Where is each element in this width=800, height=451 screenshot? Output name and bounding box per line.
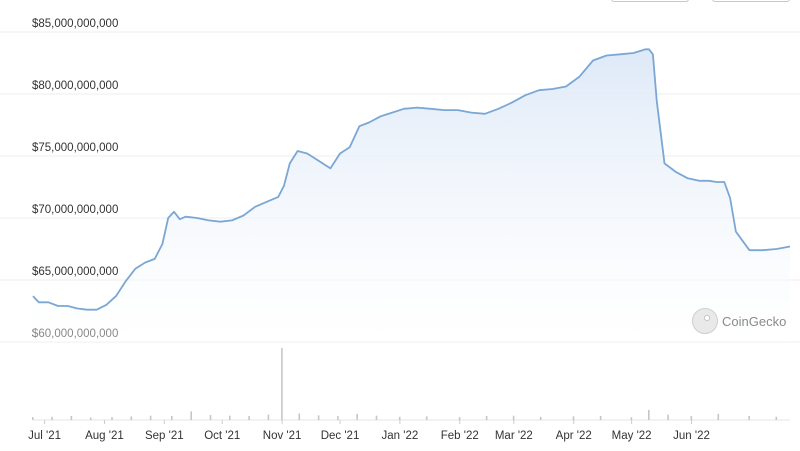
volume-bar xyxy=(599,416,602,420)
x-tick-label: Jan '22 xyxy=(382,430,419,442)
volume-bar xyxy=(248,416,250,420)
volume-bar xyxy=(630,417,633,420)
x-tick-label: May '22 xyxy=(612,430,652,442)
gecko-logo-icon xyxy=(692,308,718,334)
x-tick-label: Feb '22 xyxy=(441,430,479,442)
market-cap-chart: $60,000,000,000$65,000,000,000$70,000,00… xyxy=(0,18,800,442)
volume-bar xyxy=(171,416,173,420)
volume-bar xyxy=(32,417,34,420)
volume-bar xyxy=(398,416,401,420)
y-tick-label: $80,000,000,000 xyxy=(32,80,118,92)
x-tick-label: Jun '22 xyxy=(673,430,710,442)
series-area xyxy=(33,49,790,343)
volume-bar xyxy=(690,416,693,420)
y-tick-label: $85,000,000,000 xyxy=(32,18,118,30)
x-tick-label: Aug '21 xyxy=(85,430,124,442)
y-axis-ticks: $60,000,000,000$65,000,000,000$70,000,00… xyxy=(32,18,118,340)
volume-bar xyxy=(130,416,133,420)
volume-bar xyxy=(111,417,113,420)
y-tick-label: $70,000,000,000 xyxy=(32,204,118,216)
volume-bar xyxy=(149,415,152,420)
x-tick-label: Mar '22 xyxy=(495,430,533,442)
volume-bar xyxy=(281,348,283,420)
volume-bar xyxy=(717,413,720,420)
area-layer xyxy=(32,48,791,343)
x-tick-label: Dec '21 xyxy=(321,430,360,442)
volume-bar xyxy=(317,415,320,420)
volume-bar xyxy=(667,414,669,420)
volume-bar xyxy=(356,413,358,420)
volume-bar xyxy=(229,415,231,420)
volume-bar xyxy=(512,415,515,420)
y-tick-label: $75,000,000,000 xyxy=(32,142,118,154)
x-tick-label: Nov '21 xyxy=(263,430,302,442)
volume-bar xyxy=(51,416,53,420)
volume-bar xyxy=(337,416,339,420)
volume-bar xyxy=(648,409,650,420)
y-tick-label: $65,000,000,000 xyxy=(32,266,118,278)
volume-bar xyxy=(70,416,73,420)
volume-bar xyxy=(209,415,212,420)
volume-bar xyxy=(267,414,270,420)
x-tick-label: Oct '21 xyxy=(204,430,240,442)
volume-bar xyxy=(539,416,542,420)
volume-bar xyxy=(572,416,575,420)
watermark-text: CoinGecko xyxy=(722,314,786,329)
x-axis-ticks: Jul '21 Aug '21 Sep '21 Oct '21 Nov '21 Dec '… xyxy=(28,420,710,442)
volume-bars xyxy=(32,348,790,421)
volume-bar xyxy=(298,413,301,420)
volume-bar xyxy=(190,411,192,420)
volume-bar xyxy=(748,416,750,420)
volume-bar xyxy=(485,416,488,420)
volume-bar xyxy=(775,416,778,420)
x-tick-label: Apr '22 xyxy=(556,430,592,442)
volume-bar xyxy=(458,417,461,420)
gecko-eye-icon xyxy=(704,315,710,321)
volume-bar xyxy=(375,415,378,420)
x-tick-label: Jul '21 xyxy=(28,430,61,442)
volume-bar xyxy=(89,417,92,420)
x-tick-label: Sep '21 xyxy=(145,430,184,442)
volume-bar xyxy=(425,416,428,420)
